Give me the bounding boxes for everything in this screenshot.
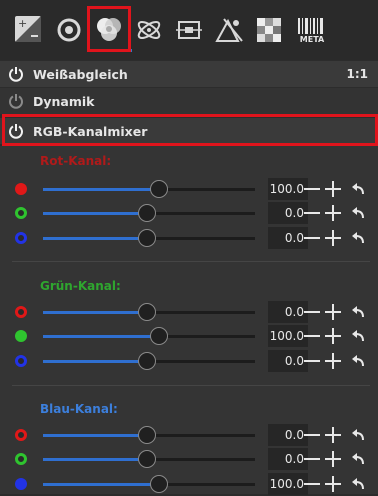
metadata-icon[interactable]: META [292, 13, 332, 47]
plus-icon-vertical[interactable] [332, 181, 334, 197]
section-title: Weißabgleich [33, 66, 128, 82]
reset-icon[interactable] [351, 305, 365, 319]
reset-icon[interactable] [351, 231, 365, 245]
plus-icon-vertical[interactable] [332, 427, 334, 443]
exposure-icon[interactable]: + [12, 13, 46, 47]
plus-icon-vertical[interactable] [332, 451, 334, 467]
rgb-section-highlight [2, 114, 378, 146]
advanced-icon[interactable] [132, 13, 166, 47]
minus-icon[interactable] [304, 434, 320, 436]
blue-source-icon [15, 478, 27, 490]
slider-knob[interactable] [138, 229, 156, 247]
slider-fill [43, 311, 147, 314]
green-channel-row-red: 0.0 [0, 300, 378, 324]
green-source-icon [15, 207, 27, 219]
reset-icon[interactable] [351, 329, 365, 343]
detail-icon[interactable] [52, 13, 86, 47]
value-field[interactable]: 0.0 [268, 424, 308, 446]
blue-channel-row-green: 0.0 [0, 447, 378, 471]
value-field[interactable]: 0.0 [268, 202, 308, 224]
red-source-icon [15, 306, 27, 318]
separator [12, 385, 370, 386]
plus-icon-vertical[interactable] [332, 328, 334, 344]
svg-text:+: + [18, 17, 27, 30]
minus-icon[interactable] [304, 188, 320, 190]
reset-icon[interactable] [351, 477, 365, 491]
slider-knob[interactable] [138, 352, 156, 370]
plus-icon-vertical[interactable] [332, 353, 334, 369]
slider-fill [43, 188, 159, 191]
raw-icon[interactable] [212, 13, 246, 47]
slider-knob[interactable] [150, 180, 168, 198]
minus-icon[interactable] [304, 458, 320, 460]
red-channel-row-red: 100.0 [0, 177, 378, 201]
blue-channel-row-red: 0.0 [0, 423, 378, 447]
slider-fill [43, 237, 147, 240]
color-tab-highlight [87, 6, 131, 52]
transform-icon[interactable] [172, 13, 206, 47]
red-channel-row-green: 0.0 [0, 201, 378, 225]
slider-knob[interactable] [150, 475, 168, 493]
minus-icon[interactable] [304, 360, 320, 362]
slider-fill [43, 212, 147, 215]
slider-knob[interactable] [138, 303, 156, 321]
red-source-icon [15, 183, 27, 195]
green-channel-row-blue: 0.0 [0, 349, 378, 373]
minus-icon[interactable] [304, 483, 320, 485]
minus-icon[interactable] [304, 237, 320, 239]
blue-source-icon [15, 355, 27, 367]
ratio-label[interactable]: 1:1 [347, 67, 369, 81]
value-field[interactable]: 100.0 [268, 178, 308, 200]
slider-fill [43, 335, 159, 338]
filter-icon[interactable] [252, 13, 286, 47]
plus-icon-vertical[interactable] [332, 476, 334, 492]
value-field[interactable]: 0.0 [268, 448, 308, 470]
reset-icon[interactable] [351, 428, 365, 442]
plus-icon-vertical[interactable] [332, 230, 334, 246]
value-field[interactable]: 100.0 [268, 325, 308, 347]
reset-icon[interactable] [351, 354, 365, 368]
blue-source-icon [15, 232, 27, 244]
slider-knob[interactable] [150, 327, 168, 345]
minus-icon[interactable] [304, 311, 320, 313]
green-channel-label: Grün-Kanal: [40, 279, 121, 293]
slider-track[interactable] [43, 483, 255, 486]
value-field[interactable]: 0.0 [268, 227, 308, 249]
minus-icon[interactable] [304, 212, 320, 214]
slider-track[interactable] [43, 335, 255, 338]
slider-fill [43, 434, 147, 437]
slider-knob[interactable] [138, 204, 156, 222]
slider-fill [43, 458, 147, 461]
section-title: Dynamik [33, 93, 95, 109]
metadata-label: META [299, 35, 325, 44]
blue-channel-row-blue: 100.0 [0, 472, 378, 496]
red-channel-row-blue: 0.0 [0, 226, 378, 250]
slider-track[interactable] [43, 188, 255, 191]
section-dynamik[interactable]: Dynamik [0, 88, 378, 114]
blue-channel-label: Blau-Kanal: [40, 402, 118, 416]
slider-knob[interactable] [138, 426, 156, 444]
value-field[interactable]: 100.0 [268, 473, 308, 495]
power-icon[interactable] [8, 66, 24, 82]
green-source-icon [15, 453, 27, 465]
section-whitebalance[interactable]: Weißabgleich 1:1 [0, 61, 378, 87]
slider-knob[interactable] [138, 450, 156, 468]
plus-icon-vertical[interactable] [332, 205, 334, 221]
plus-icon-vertical[interactable] [332, 304, 334, 320]
green-source-icon [15, 330, 27, 342]
reset-icon[interactable] [351, 452, 365, 466]
value-field[interactable]: 0.0 [268, 350, 308, 372]
red-source-icon [15, 429, 27, 441]
reset-icon[interactable] [351, 206, 365, 220]
reset-icon[interactable] [351, 182, 365, 196]
module-toolbar: + META [0, 0, 378, 60]
green-channel-row-green: 100.0 [0, 324, 378, 348]
slider-fill [43, 360, 147, 363]
slider-fill [43, 483, 159, 486]
red-channel-label: Rot-Kanal: [40, 154, 112, 168]
minus-icon[interactable] [304, 335, 320, 337]
power-icon[interactable] [8, 93, 24, 109]
value-field[interactable]: 0.0 [268, 301, 308, 323]
separator [12, 261, 370, 262]
